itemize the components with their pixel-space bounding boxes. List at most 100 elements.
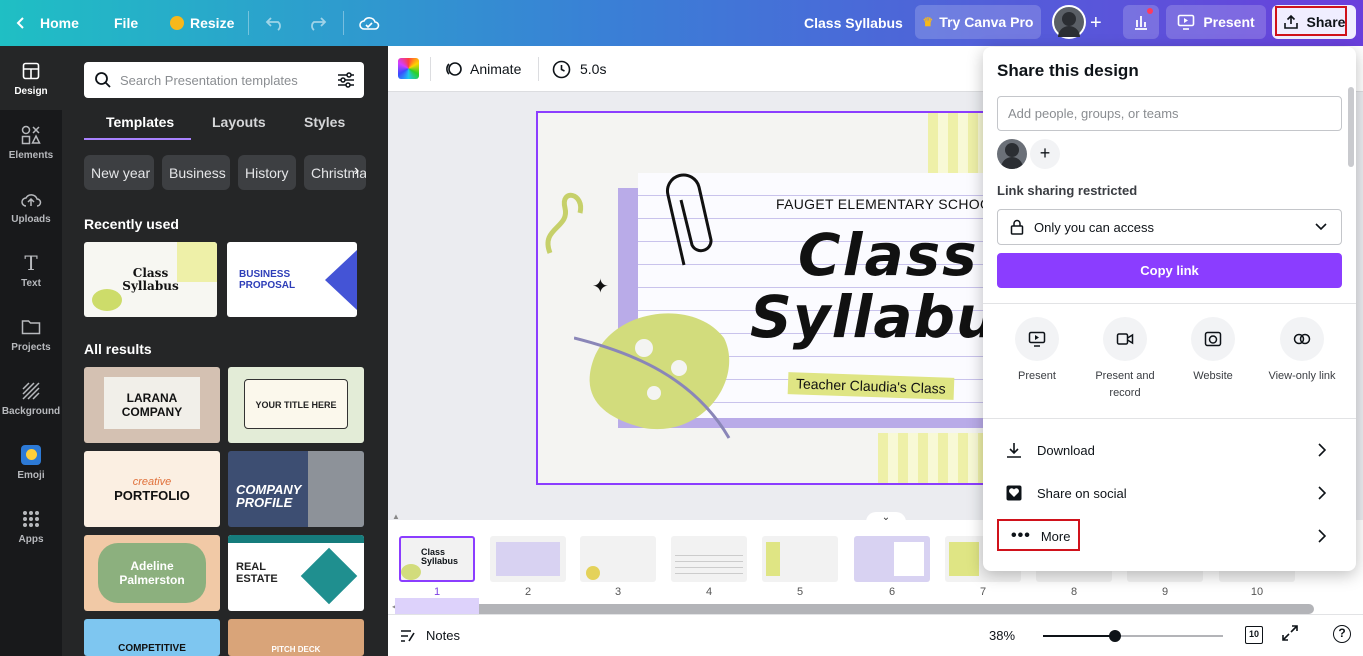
thumb-title-1: Class xyxy=(132,265,169,280)
zoom-slider-knob[interactable] xyxy=(1109,630,1121,642)
template-thumb[interactable]: BUSINESS PROPOSAL xyxy=(227,242,357,317)
page-thumb[interactable] xyxy=(854,536,930,582)
rail-apps[interactable]: Apps xyxy=(0,494,62,558)
add-collaborator-button[interactable]: + xyxy=(1090,0,1102,46)
thumb-title-1: PITCH DECK xyxy=(271,645,321,654)
slide-title-line1[interactable]: Class xyxy=(798,221,979,289)
share-option-website[interactable]: Website xyxy=(1173,317,1253,385)
template-thumb[interactable]: PITCH DECK xyxy=(228,619,364,656)
slide-canvas[interactable]: ✦ FAUGET ELEMENTARY SCHOOL Class Syllabu… xyxy=(536,111,1006,485)
color-picker-icon[interactable] xyxy=(398,58,419,79)
template-thumb[interactable]: YOUR TITLE HERE xyxy=(228,367,364,443)
share-option-present[interactable]: Present xyxy=(997,317,1077,385)
horizontal-scrollbar[interactable] xyxy=(402,604,1314,614)
rail-projects[interactable]: Projects xyxy=(0,302,62,366)
page-count-icon[interactable]: 10 xyxy=(1245,626,1263,644)
file-menu[interactable]: File xyxy=(114,0,138,46)
undo-button[interactable] xyxy=(265,0,285,46)
thumb-title-1: BUSINESS xyxy=(239,268,291,280)
page-thumb[interactable]: Class Syllabus xyxy=(399,536,475,582)
share-on-social-row[interactable]: Share on social xyxy=(997,473,1342,513)
rail-background[interactable]: Background xyxy=(0,366,62,430)
insights-button[interactable] xyxy=(1123,5,1159,39)
filter-icon[interactable] xyxy=(337,72,355,88)
chip-business[interactable]: Business xyxy=(162,155,230,190)
template-thumb[interactable]: LARANA COMPANY xyxy=(84,367,220,443)
template-search[interactable]: Search Presentation templates xyxy=(84,62,364,98)
divider xyxy=(983,418,1356,419)
monstera-leaf-icon xyxy=(574,313,731,439)
chip-history[interactable]: History xyxy=(238,155,296,190)
access-dropdown[interactable]: Only you can access xyxy=(997,209,1342,245)
template-thumb[interactable]: Adeline Palmerston xyxy=(84,535,220,611)
notes-button[interactable]: Notes xyxy=(400,615,460,656)
document-title[interactable]: Class Syllabus xyxy=(804,0,903,46)
redo-button[interactable] xyxy=(307,0,327,46)
page-thumb[interactable] xyxy=(762,536,838,582)
chevron-right-icon[interactable]: › xyxy=(354,162,359,180)
page-thumb[interactable] xyxy=(490,536,566,582)
option-label: Website xyxy=(1193,370,1233,382)
resize-button[interactable]: Resize xyxy=(170,0,234,46)
scroll-up-arrow-icon[interactable]: ▲ xyxy=(392,512,400,521)
page-thumb[interactable] xyxy=(580,536,656,582)
duration-button[interactable]: 5.0s xyxy=(552,46,606,92)
share-option-present-record[interactable]: Present and record xyxy=(1085,317,1165,402)
tab-styles[interactable]: Styles xyxy=(304,114,345,130)
template-thumb[interactable]: Class Syllabus xyxy=(84,242,217,317)
copy-link-button[interactable]: Copy link xyxy=(997,253,1342,288)
more-highlight-box xyxy=(997,519,1080,551)
sparkle-icon: ✦ xyxy=(592,276,609,298)
thumb-title-1: COMPETITIVE xyxy=(118,643,186,654)
search-input[interactable]: Search Presentation templates xyxy=(120,73,298,88)
zoom-percent[interactable]: 38% xyxy=(989,628,1015,643)
page-number: 4 xyxy=(705,586,713,598)
tab-layouts[interactable]: Layouts xyxy=(212,114,266,130)
share-option-view-only-link[interactable]: View-only link xyxy=(1262,317,1342,385)
rail-label: Background xyxy=(1,405,61,417)
zoom-slider[interactable] xyxy=(1043,630,1223,642)
squiggle-icon xyxy=(545,192,584,254)
template-thumb[interactable]: creative PORTFOLIO xyxy=(84,451,220,527)
rail-text[interactable]: T Text xyxy=(0,238,62,302)
upload-icon xyxy=(20,188,42,210)
crown-icon: ♛ xyxy=(922,15,934,29)
school-name[interactable]: FAUGET ELEMENTARY SCHOOL xyxy=(776,196,999,212)
fullscreen-icon[interactable] xyxy=(1281,624,1299,645)
undo-icon xyxy=(265,17,281,31)
present-icon xyxy=(1178,14,1195,30)
chevron-down-icon[interactable]: ⌄ xyxy=(866,512,906,524)
template-thumb[interactable]: COMPANY PROFILE xyxy=(228,451,364,527)
rail-label: Uploads xyxy=(11,213,51,225)
try-canva-pro-button[interactable]: ♛ Try Canva Pro xyxy=(915,5,1041,39)
slide-title-line2[interactable]: Syllabus xyxy=(750,283,1004,351)
help-icon[interactable]: ? xyxy=(1333,625,1351,643)
home-button[interactable]: Home xyxy=(14,0,79,46)
thumb-title-1: LARANA xyxy=(126,391,178,405)
page-thumb[interactable] xyxy=(671,536,747,582)
save-status-button[interactable] xyxy=(358,0,380,46)
avatar[interactable] xyxy=(1052,5,1086,39)
rail-emoji[interactable]: Emoji xyxy=(0,430,62,494)
rail-uploads[interactable]: Uploads xyxy=(0,174,62,238)
add-people-input[interactable]: Add people, groups, or teams xyxy=(997,96,1342,131)
present-button[interactable]: Present xyxy=(1166,5,1266,39)
animate-button[interactable]: Animate xyxy=(444,46,521,92)
template-thumb[interactable]: COMPETITIVE xyxy=(84,619,220,656)
rail-elements[interactable]: Elements xyxy=(0,110,62,174)
share-highlight-box xyxy=(1275,6,1347,36)
rail-design[interactable]: Design xyxy=(0,46,62,110)
download-row[interactable]: Download xyxy=(997,430,1342,470)
chip-new-year[interactable]: New year xyxy=(84,155,154,190)
elements-icon xyxy=(20,124,42,146)
divider xyxy=(538,57,539,81)
page-number: 10 xyxy=(1250,586,1264,598)
website-icon xyxy=(1191,317,1235,361)
popup-scrollbar[interactable] xyxy=(1348,87,1354,167)
add-person-button[interactable]: + xyxy=(1030,139,1060,169)
tab-templates[interactable]: Templates xyxy=(106,114,174,130)
design-icon xyxy=(20,60,42,82)
bottom-bar: Notes 38% 10 ? xyxy=(388,614,1363,656)
chevron-right-icon xyxy=(1318,486,1326,500)
template-thumb[interactable]: REAL ESTATE xyxy=(228,535,364,611)
